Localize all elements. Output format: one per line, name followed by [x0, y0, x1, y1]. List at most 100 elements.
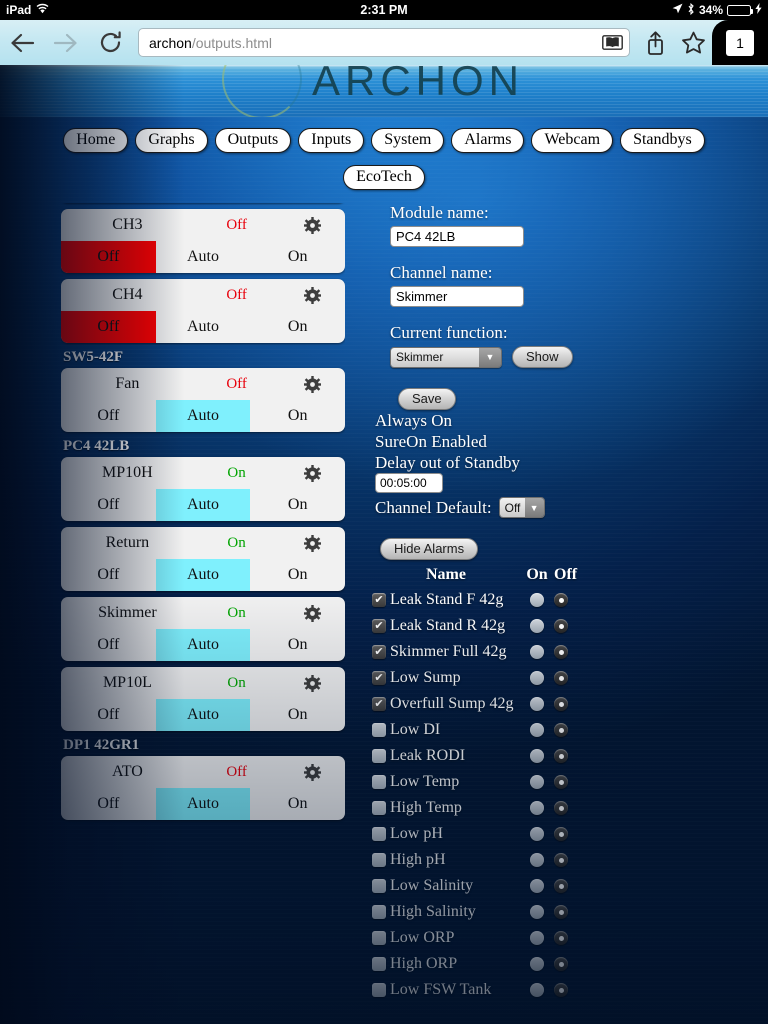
alarm-off-radio[interactable]: [554, 775, 568, 789]
alarm-on-radio[interactable]: [530, 749, 544, 763]
channel-mode-on-button[interactable]: On: [250, 629, 345, 661]
gear-icon[interactable]: [281, 763, 343, 781]
channel-mode-auto-button[interactable]: Auto: [155, 629, 251, 661]
gear-icon[interactable]: [281, 375, 343, 393]
channel-mode-on-button[interactable]: On: [250, 400, 345, 432]
alarm-on-radio[interactable]: [530, 853, 544, 867]
current-function-select[interactable]: Skimmer ▼: [390, 346, 502, 368]
alarm-off-radio[interactable]: [554, 853, 568, 867]
nav-item-system[interactable]: System: [371, 128, 445, 153]
channel-mode-auto-button[interactable]: Auto: [155, 788, 251, 820]
nav-item-graphs[interactable]: Graphs: [135, 128, 208, 153]
nav-item-alarms[interactable]: Alarms: [451, 128, 525, 153]
channel-mode-on-button[interactable]: On: [250, 559, 345, 591]
alarm-enable-checkbox[interactable]: [372, 905, 386, 919]
gear-icon[interactable]: [281, 216, 343, 234]
alarm-enable-checkbox[interactable]: [372, 749, 386, 763]
alarm-off-radio[interactable]: [554, 697, 568, 711]
channel-mode-on-button[interactable]: On: [250, 788, 345, 820]
alarm-off-radio[interactable]: [554, 801, 568, 815]
channel-mode-off-button[interactable]: Off: [61, 699, 156, 731]
alarm-enable-checkbox[interactable]: [372, 827, 386, 841]
alarm-on-radio[interactable]: [530, 801, 544, 815]
alarm-on-radio[interactable]: [530, 645, 544, 659]
alarm-off-radio[interactable]: [554, 723, 568, 737]
nav-item-ecotech[interactable]: EcoTech: [343, 165, 425, 190]
alarm-off-radio[interactable]: [554, 957, 568, 971]
alarm-on-radio[interactable]: [530, 619, 544, 633]
alarm-enable-checkbox[interactable]: [372, 879, 386, 893]
gear-icon[interactable]: [281, 604, 343, 622]
channel-mode-off-button[interactable]: Off: [61, 241, 156, 273]
alarm-off-radio[interactable]: [554, 905, 568, 919]
alarm-on-radio[interactable]: [530, 983, 544, 997]
channel-mode-on-button[interactable]: On: [250, 311, 345, 343]
alarm-on-radio[interactable]: [530, 593, 544, 607]
alarm-on-radio[interactable]: [530, 697, 544, 711]
nav-item-standbys[interactable]: Standbys: [620, 128, 705, 153]
alarm-off-radio[interactable]: [554, 593, 568, 607]
channel-mode-off-button[interactable]: Off: [61, 559, 156, 591]
show-button[interactable]: Show: [512, 346, 573, 368]
alarm-off-radio[interactable]: [554, 827, 568, 841]
back-button[interactable]: [0, 21, 44, 65]
tabs-button[interactable]: 1: [712, 20, 768, 65]
address-bar[interactable]: archon/outputs.html: [138, 28, 630, 57]
channel-mode-auto-button[interactable]: Auto: [155, 489, 251, 521]
channel-mode-off-button[interactable]: Off: [61, 400, 156, 432]
gear-icon[interactable]: [281, 286, 343, 304]
alarm-off-radio[interactable]: [554, 879, 568, 893]
alarm-enable-checkbox[interactable]: [372, 775, 386, 789]
alarm-on-radio[interactable]: [530, 723, 544, 737]
reload-button[interactable]: [88, 21, 132, 65]
channel-mode-auto-button[interactable]: Auto: [155, 699, 251, 731]
alarm-enable-checkbox[interactable]: [372, 957, 386, 971]
alarm-enable-checkbox[interactable]: [372, 853, 386, 867]
save-button[interactable]: Save: [398, 388, 456, 410]
alarm-off-radio[interactable]: [554, 645, 568, 659]
alarm-on-radio[interactable]: [530, 957, 544, 971]
alarm-off-radio[interactable]: [554, 931, 568, 945]
alarm-on-radio[interactable]: [530, 931, 544, 945]
bookmark-button[interactable]: [674, 21, 712, 65]
channel-mode-auto-button[interactable]: Auto: [155, 400, 251, 432]
alarm-enable-checkbox[interactable]: [372, 983, 386, 997]
channel-mode-off-button[interactable]: Off: [61, 629, 156, 661]
channel-mode-off-button[interactable]: Off: [61, 788, 156, 820]
channel-mode-on-button[interactable]: On: [250, 699, 345, 731]
alarm-on-radio[interactable]: [530, 905, 544, 919]
reader-view-icon[interactable]: [601, 35, 623, 51]
alarm-on-radio[interactable]: [530, 879, 544, 893]
channel-mode-on-button[interactable]: On: [250, 489, 345, 521]
share-button[interactable]: [636, 21, 674, 65]
alarm-off-radio[interactable]: [554, 671, 568, 685]
module-name-input[interactable]: PC4 42LB: [390, 226, 524, 247]
channel-mode-on-button[interactable]: On: [250, 241, 345, 273]
alarm-enable-checkbox[interactable]: [372, 801, 386, 815]
nav-item-inputs[interactable]: Inputs: [298, 128, 365, 153]
channel-mode-auto-button[interactable]: Auto: [156, 241, 251, 273]
forward-button[interactable]: [44, 21, 88, 65]
alarm-enable-checkbox[interactable]: ✔: [372, 619, 386, 633]
alarm-enable-checkbox[interactable]: ✔: [372, 645, 386, 659]
alarm-on-radio[interactable]: [530, 671, 544, 685]
channel-mode-off-button[interactable]: Off: [61, 489, 156, 521]
channel-mode-auto-button[interactable]: Auto: [155, 559, 251, 591]
alarm-enable-checkbox[interactable]: [372, 723, 386, 737]
nav-item-outputs[interactable]: Outputs: [214, 128, 292, 153]
alarm-on-radio[interactable]: [530, 827, 544, 841]
alarm-enable-checkbox[interactable]: ✔: [372, 697, 386, 711]
alarm-off-radio[interactable]: [554, 983, 568, 997]
nav-item-webcam[interactable]: Webcam: [531, 128, 614, 153]
channel-default-select[interactable]: Off ▼: [498, 497, 545, 518]
channel-mode-off-button[interactable]: Off: [61, 311, 156, 343]
gear-icon[interactable]: [281, 534, 343, 552]
delay-out-of-standby-input[interactable]: 00:05:00: [375, 473, 443, 493]
hide-alarms-button[interactable]: Hide Alarms: [380, 538, 479, 560]
channel-name-input[interactable]: Skimmer: [390, 286, 524, 307]
alarm-on-radio[interactable]: [530, 775, 544, 789]
nav-item-home[interactable]: Home: [63, 128, 129, 153]
alarm-enable-checkbox[interactable]: [372, 931, 386, 945]
channel-mode-auto-button[interactable]: Auto: [156, 311, 251, 343]
alarm-enable-checkbox[interactable]: ✔: [372, 671, 386, 685]
